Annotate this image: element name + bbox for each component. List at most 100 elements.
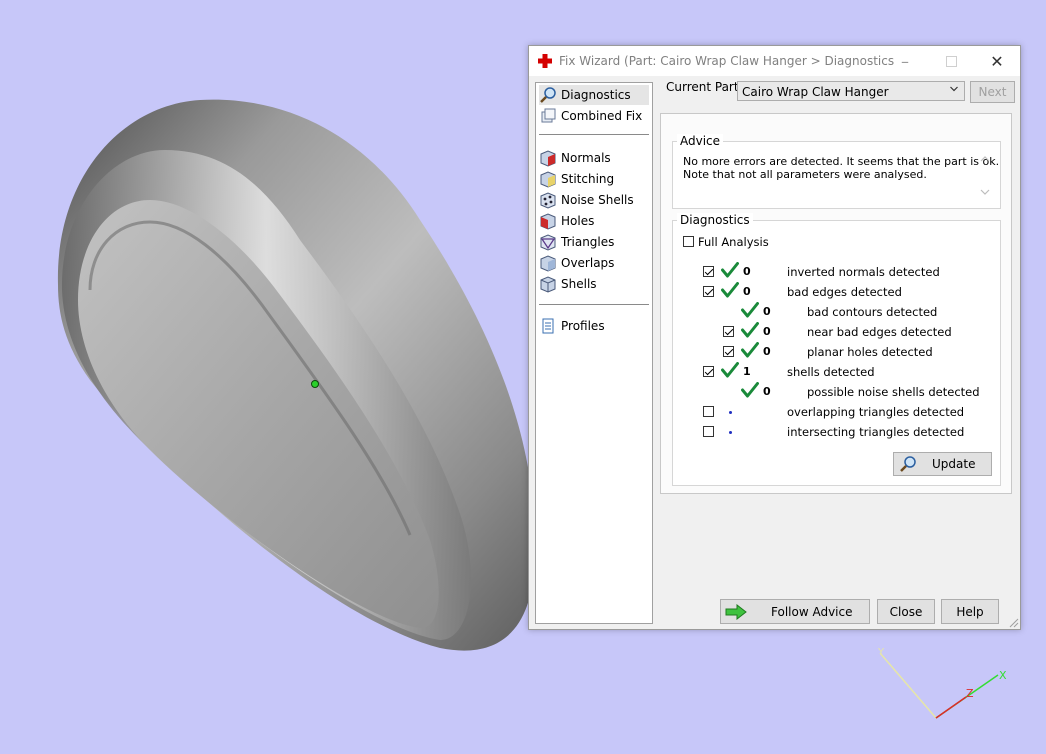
shells-count: 1 [743,365,751,378]
sidebar-separator [539,134,649,135]
sidebar-item-label: Diagnostics [561,88,631,102]
pending-dot-icon [729,431,732,434]
sidebar-item-profiles[interactable]: Profiles [539,316,649,336]
help-label: Help [956,604,984,619]
sidebar-item-label: Normals [561,151,611,165]
shells-checkbox[interactable] [703,366,714,377]
check-icon [741,382,759,398]
title-bar[interactable]: Fix Wizard (Part: Cairo Wrap Claw Hanger… [529,46,1020,76]
sidebar-item-label: Shells [561,277,597,291]
advice-title: Advice [677,134,724,148]
sidebar-item-diagnostics[interactable]: Diagnostics [539,85,649,105]
cube-dots-icon [540,192,556,209]
sidebar-item-label: Profiles [561,319,605,333]
intersecting-triangles-checkbox[interactable] [703,426,714,437]
maximize-icon [945,55,957,67]
check-icon [741,322,759,338]
diagnostics-group: Diagnostics Full Analysis 0 inverted nor… [672,213,1001,486]
close-label: Close [889,604,923,619]
advice-text-line: No more errors are detected. It seems th… [683,155,1000,168]
inverted-normals-count: 0 [743,265,751,278]
sidebar-item-noise-shells[interactable]: Noise Shells [539,190,649,210]
triangle-icon [540,234,556,251]
maximize-button[interactable] [928,46,974,76]
sidebar-item-combined-fix[interactable]: Combined Fix [539,106,649,126]
overlapping-triangles-checkbox[interactable] [703,406,714,417]
minimize-button[interactable]: – [882,46,928,76]
next-button[interactable]: Next [970,81,1015,103]
cube-red-icon [540,150,556,167]
diagnostics-title: Diagnostics [677,213,753,227]
current-part-label: Current Part: [666,80,743,94]
advice-scrollbar[interactable] [977,152,993,202]
axis-z-label: Z [966,687,974,700]
cube-overlap-icon [540,255,556,272]
full-analysis-label: Full Analysis [698,235,769,249]
follow-advice-button[interactable]: Follow Advice [720,599,870,624]
document-icon [542,318,554,334]
resize-grip-icon[interactable] [1007,616,1019,628]
bad-contours-label: bad contours detected [807,305,938,319]
near-bad-edges-label: near bad edges detected [807,325,952,339]
diagnostics-panel: Advice No more errors are detected. It s… [660,113,1012,494]
sidebar-item-shells[interactable]: Shells [539,274,649,294]
axis-y-label: Y [877,647,885,658]
check-icon [741,302,759,318]
follow-advice-label: Follow Advice [771,604,853,619]
inverted-normals-checkbox[interactable] [703,266,714,277]
bad-contours-count: 0 [763,305,771,318]
inverted-normals-label: inverted normals detected [787,265,940,279]
check-icon [721,262,739,278]
update-label: Update [932,457,976,471]
overlapping-triangles-label: overlapping triangles detected [787,405,965,419]
bad-edges-checkbox[interactable] [703,286,714,297]
cube-shell-icon [540,276,556,293]
sidebar-item-stitching[interactable]: Stitching [539,169,649,189]
close-icon: ✕ [990,51,1004,71]
cube-yellow-icon [540,171,556,188]
near-bad-edges-checkbox[interactable] [723,326,734,337]
sidebar-item-triangles[interactable]: Triangles [539,232,649,252]
cubes-icon [541,108,556,123]
near-bad-edges-count: 0 [763,325,771,338]
update-button[interactable]: Update [893,452,992,476]
check-icon [721,282,739,298]
cube-hole-icon [540,213,556,230]
planar-holes-label: planar holes detected [807,345,933,359]
noise-shells-label: possible noise shells detected [807,385,980,399]
bad-edges-count: 0 [743,285,751,298]
next-label: Next [978,85,1007,99]
sidebar-item-normals[interactable]: Normals [539,148,649,168]
sidebar-item-overlaps[interactable]: Overlaps [539,253,649,273]
close-button[interactable]: Close [877,599,935,624]
full-analysis-checkbox[interactable] [683,236,694,247]
sidebar-item-label: Triangles [561,235,615,249]
3d-model-hanger[interactable] [57,99,536,651]
minimize-icon: – [901,51,909,71]
current-part-select[interactable]: Cairo Wrap Claw Hanger [737,81,965,101]
magnifier-icon [540,87,556,103]
advice-text: No more errors are detected. It seems th… [683,155,999,181]
window-title: Fix Wizard (Part: Cairo Wrap Claw Hanger… [559,54,895,68]
check-icon [721,362,739,378]
sidebar-item-holes[interactable]: Holes [539,211,649,231]
arrow-right-icon [725,603,747,620]
current-part-value: Cairo Wrap Claw Hanger [742,85,889,99]
sidebar-item-label: Stitching [561,172,615,186]
chevron-down-icon [950,86,958,92]
sidebar-item-label: Overlaps [561,256,615,270]
wizard-sidebar: Diagnostics Combined Fix Normals Stitchi… [535,82,653,624]
selection-point [311,380,319,388]
noise-shells-count: 0 [763,385,771,398]
planar-holes-checkbox[interactable] [723,346,734,357]
sidebar-separator [539,304,649,305]
shells-label: shells detected [787,365,875,379]
planar-holes-count: 0 [763,345,771,358]
advice-group: Advice No more errors are detected. It s… [672,134,1001,209]
advice-text-line: Note that not all parameters were analys… [683,168,927,181]
axis-x-label: X [999,669,1007,682]
help-button[interactable]: Help [941,599,999,624]
close-window-button[interactable]: ✕ [974,46,1020,76]
sidebar-item-label: Holes [561,214,595,228]
red-cross-icon [538,54,552,68]
